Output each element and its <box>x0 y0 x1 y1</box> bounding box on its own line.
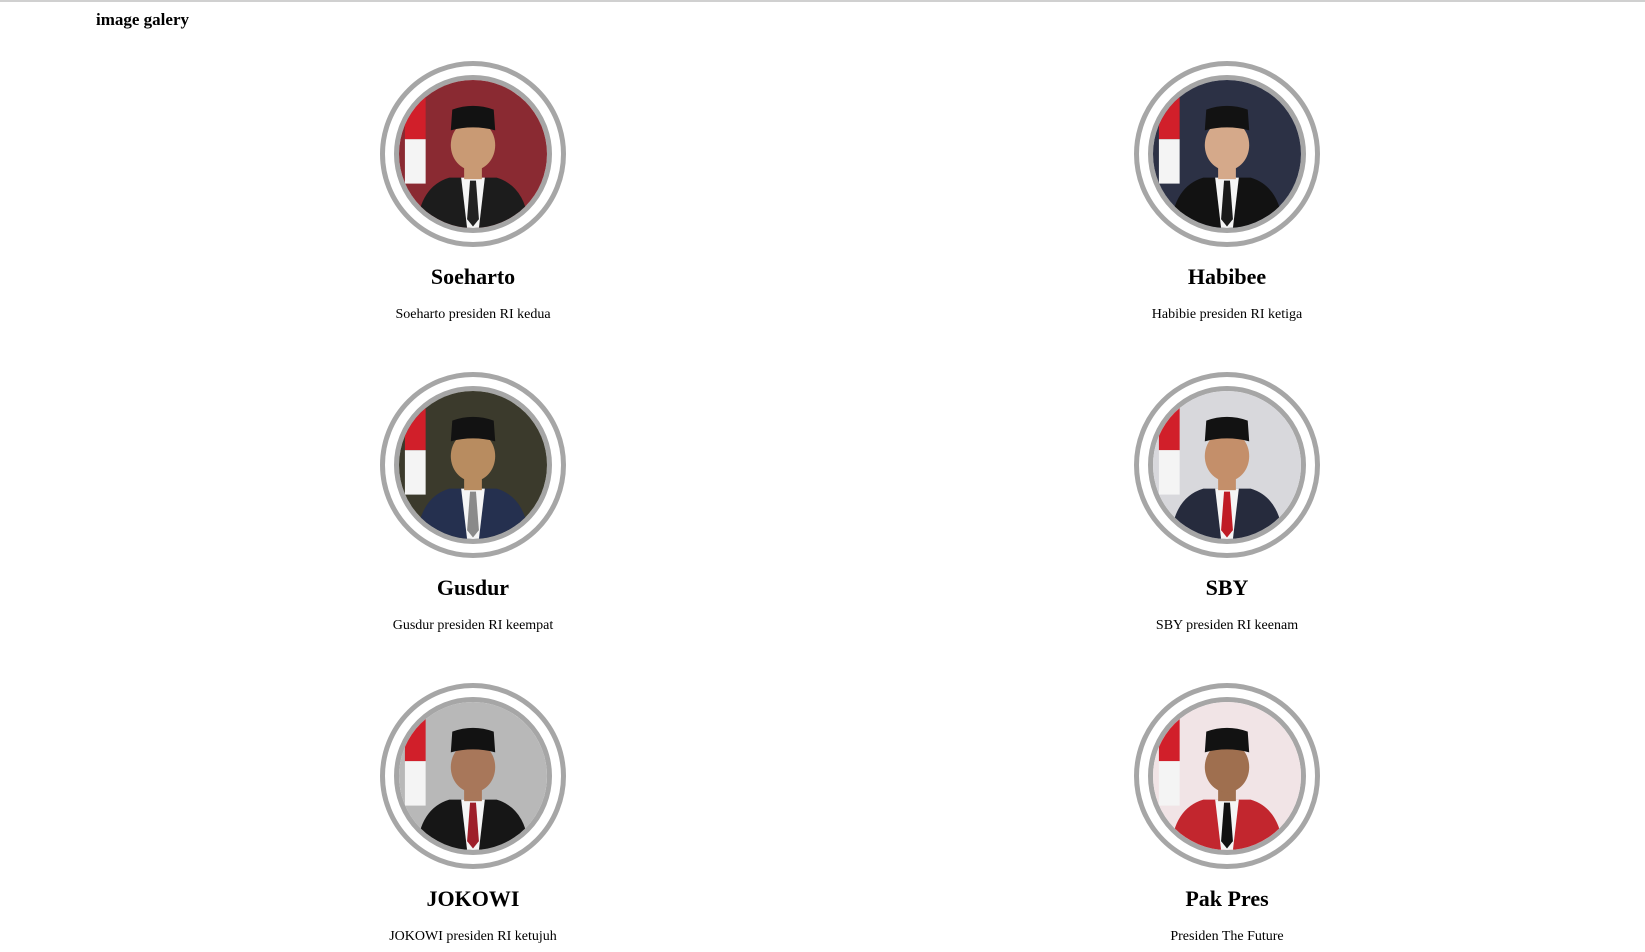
flag-stripe <box>1158 450 1180 495</box>
portrait-image <box>1148 697 1306 855</box>
page-title: image galery <box>96 10 189 29</box>
card-title: Gusdur <box>436 575 510 600</box>
card-title: Habibee <box>1187 264 1267 289</box>
flag-stripe <box>1158 94 1180 140</box>
portrait-cap <box>450 105 496 131</box>
flag-stripe <box>404 716 426 762</box>
gallery-card: Gusdur Gusdur presiden RI keempat <box>273 372 673 635</box>
flag-stripe <box>404 450 426 495</box>
flag-stripe <box>1158 761 1180 806</box>
gallery-card: Pak Pres Presiden The Future <box>1027 683 1427 946</box>
card-caption: Gusdur presiden RI keempat <box>392 618 554 633</box>
card-title: JOKOWI <box>426 886 520 911</box>
flag-stripe <box>404 761 426 806</box>
portrait-cap <box>450 727 496 753</box>
card-caption: Soeharto presiden RI kedua <box>395 307 551 322</box>
flag-stripe <box>404 139 426 184</box>
gallery-card: Habibee Habibie presiden RI ketiga <box>1027 61 1427 324</box>
portrait-cap <box>1204 105 1250 131</box>
portrait-frame[interactable] <box>1134 372 1320 558</box>
portrait-image <box>394 75 552 233</box>
top-border <box>0 0 1645 2</box>
portrait-frame[interactable] <box>380 372 566 558</box>
portrait-frame[interactable] <box>1134 683 1320 869</box>
gallery-card: SBY SBY presiden RI keenam <box>1027 372 1427 635</box>
card-title: Pak Pres <box>1185 886 1269 911</box>
portrait-image <box>1148 386 1306 544</box>
portrait-cap <box>450 416 496 442</box>
card-title: Soeharto <box>430 264 516 289</box>
portrait-image <box>394 697 552 855</box>
card-caption: SBY presiden RI keenam <box>1155 618 1299 633</box>
gallery-card: Soeharto Soeharto presiden RI kedua <box>273 61 673 324</box>
card-caption: Habibie presiden RI ketiga <box>1151 307 1303 322</box>
flag-stripe <box>1158 716 1180 762</box>
portrait-frame[interactable] <box>380 61 566 247</box>
portrait-cap <box>1204 416 1250 442</box>
portrait-image <box>1148 75 1306 233</box>
flag-stripe <box>404 405 426 451</box>
portrait-frame[interactable] <box>1134 61 1320 247</box>
gallery-card: JOKOWI JOKOWI presiden RI ketujuh <box>273 683 673 946</box>
card-title: SBY <box>1205 575 1249 600</box>
card-caption: JOKOWI presiden RI ketujuh <box>389 929 557 944</box>
flag-stripe <box>1158 139 1180 184</box>
portrait-image <box>394 386 552 544</box>
flag-stripe <box>1158 405 1180 451</box>
flag-stripe <box>404 94 426 140</box>
card-caption: Presiden The Future <box>1170 929 1284 944</box>
portrait-frame[interactable] <box>380 683 566 869</box>
portrait-cap <box>1204 727 1250 753</box>
